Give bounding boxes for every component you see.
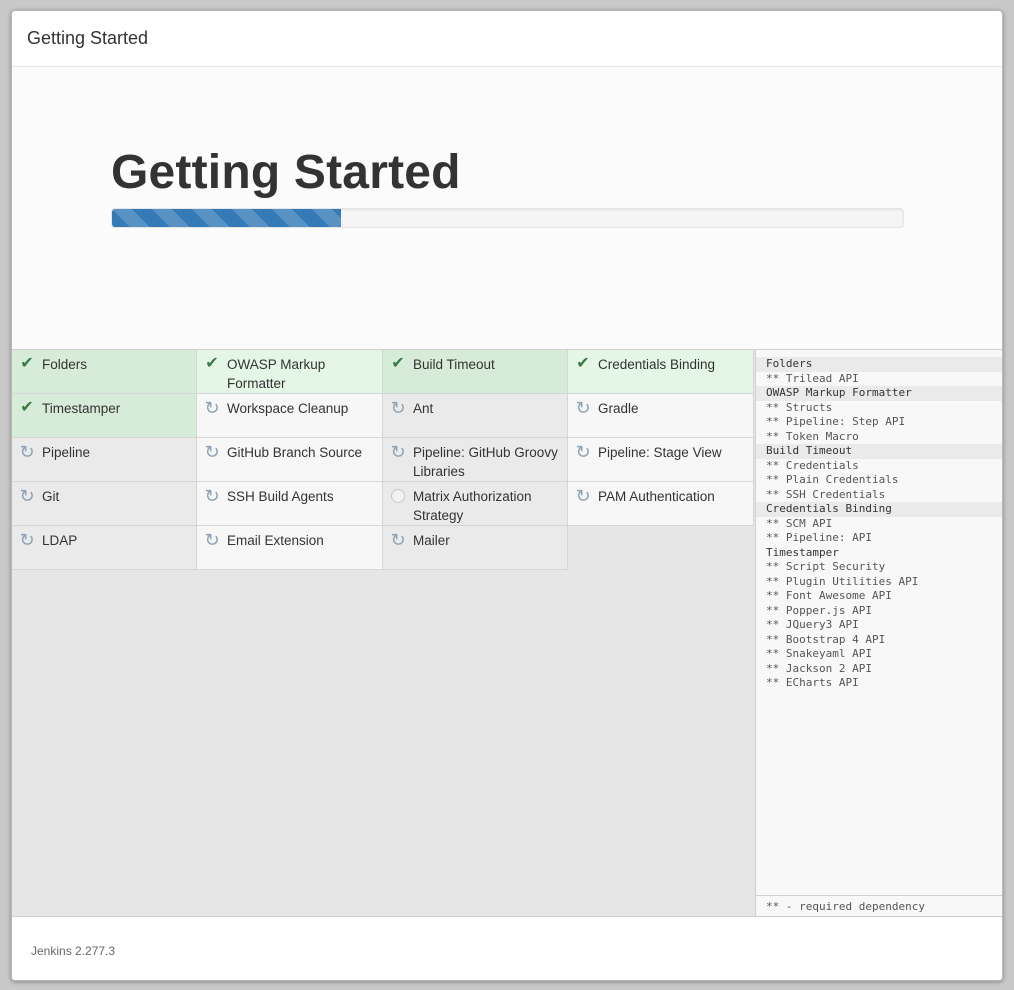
plugin-item: ↻ PAM Authentication: [568, 482, 754, 526]
plugin-item: ↻ GitHub Branch Source: [197, 438, 383, 482]
dependency-plugin: OWASP Markup Formatter: [756, 386, 1002, 401]
plugin-item: ↻ Pipeline: GitHub Groovy Libraries: [383, 438, 568, 482]
dependency-item: ** ECharts API: [766, 676, 859, 689]
dependency-list: Folders ** Trilead API OWASP Markup Format…: [756, 350, 1002, 691]
plugin-grid: ✔ Folders ✔ OWASP Markup Formatter ✔ Build Ti…: [12, 350, 755, 570]
refresh-icon: ↻: [204, 442, 220, 462]
refresh-icon: ↻: [390, 398, 406, 418]
check-icon: ✔: [391, 355, 405, 372]
plugin-item: ↻ Git: [12, 482, 197, 526]
plugin-label: Pipeline: GitHub Groovy Libraries: [413, 445, 558, 479]
plugin-label: Email Extension: [227, 533, 324, 548]
dependency-item: ** Bootstrap 4 API: [766, 632, 886, 646]
dependency-item: ** SSH Credentials: [766, 487, 886, 501]
dependency-legend: ** - required dependency: [756, 895, 1002, 916]
plugin-label: Gradle: [598, 401, 639, 416]
refresh-icon: ↻: [575, 442, 591, 462]
refresh-icon: ↻: [19, 530, 35, 550]
plugin-label: Git: [42, 489, 60, 504]
plugin-item: ✔ Timestamper: [12, 394, 197, 438]
plugin-item: ↻ Pipeline: Stage View: [568, 438, 754, 482]
install-progress-bar: [111, 208, 904, 228]
install-area: ✔ Folders ✔ OWASP Markup Formatter ✔ Build Ti…: [12, 350, 1002, 917]
dependency-plugin: Timestamper: [766, 545, 839, 559]
dependency-item: ** Pipeline: Step API: [766, 415, 906, 428]
dependency-item: ** Pipeline: API: [766, 531, 872, 544]
refresh-icon: ↻: [575, 486, 591, 506]
plugin-item: ✔ Credentials Binding: [568, 350, 754, 394]
dependency-item: ** Script Security: [766, 560, 886, 573]
check-icon: ✔: [205, 355, 219, 372]
refresh-icon: ↻: [19, 486, 35, 506]
dependency-log[interactable]: Folders ** Trilead API OWASP Markup Format…: [755, 350, 1002, 916]
refresh-icon: ↻: [575, 398, 591, 418]
dependency-plugin: Folders: [756, 357, 1002, 372]
plugin-label: Build Timeout: [413, 357, 495, 372]
dependency-item: ** Jackson 2 API: [766, 661, 872, 675]
plugin-label: Matrix Authorization Strategy: [413, 489, 532, 523]
jenkins-version: Jenkins 2.277.3: [31, 944, 116, 958]
window-title: Getting Started: [27, 28, 149, 48]
plugin-label: OWASP Markup Formatter: [227, 357, 326, 391]
refresh-icon: ↻: [19, 442, 35, 462]
dependency-item: ** Plain Credentials: [766, 473, 899, 486]
plugin-item: ↻ Pipeline: [12, 438, 197, 482]
refresh-icon: ↻: [204, 530, 220, 550]
footer: Jenkins 2.277.3: [12, 917, 1002, 980]
hero-section: Getting Started: [12, 67, 1002, 350]
plugin-label: Pipeline: [42, 445, 91, 460]
plugin-item: Matrix Authorization Strategy: [383, 482, 568, 526]
plugin-label: Credentials Binding: [598, 357, 716, 372]
check-icon: ✔: [576, 355, 590, 372]
dependency-item: ** Popper.js API: [766, 603, 872, 617]
plugin-label: GitHub Branch Source: [227, 445, 363, 460]
plugin-item: ✔ OWASP Markup Formatter: [197, 350, 383, 394]
dependency-item: ** Token Macro: [766, 429, 859, 443]
plugin-label: Workspace Cleanup: [227, 401, 349, 416]
pending-circle-icon: [391, 489, 405, 503]
dependency-item: ** Snakeyaml API: [766, 647, 872, 660]
refresh-icon: ↻: [390, 442, 406, 462]
plugin-label: SSH Build Agents: [227, 489, 334, 504]
page-title: Getting Started: [111, 146, 461, 199]
dependency-item: ** Trilead API: [766, 371, 859, 385]
window-header: Getting Started: [12, 11, 1002, 67]
dependency-plugin: Credentials Binding: [756, 502, 1002, 517]
plugin-item: ↻ Gradle: [568, 394, 754, 438]
dependency-plugin: Build Timeout: [756, 444, 1002, 459]
plugin-label: Pipeline: Stage View: [598, 445, 722, 460]
dependency-item: ** JQuery3 API: [766, 618, 859, 631]
plugin-item: ✔ Build Timeout: [383, 350, 568, 394]
plugin-item: ↻ Mailer: [383, 526, 568, 570]
plugin-label: Mailer: [413, 533, 450, 548]
dependency-item: ** Plugin Utilities API: [766, 574, 919, 588]
setup-wizard-window: Getting Started Getting Started ✔ Folders…: [11, 10, 1003, 981]
plugin-label: PAM Authentication: [598, 489, 715, 504]
refresh-icon: ↻: [204, 486, 220, 506]
plugin-label: Ant: [413, 401, 434, 416]
dependency-item: ** Font Awesome API: [766, 589, 892, 602]
plugin-item: ✔ Folders: [12, 350, 197, 394]
dependency-item: ** Credentials: [766, 458, 859, 472]
refresh-icon: ↻: [204, 398, 220, 418]
check-icon: ✔: [20, 399, 34, 416]
plugin-label: LDAP: [42, 533, 78, 548]
plugin-item: ↻ Ant: [383, 394, 568, 438]
plugin-item: ↻ SSH Build Agents: [197, 482, 383, 526]
plugin-item: ↻ Email Extension: [197, 526, 383, 570]
progress-fill: [112, 209, 342, 227]
plugin-label: Folders: [42, 357, 88, 372]
refresh-icon: ↻: [390, 530, 406, 550]
dependency-item: ** Structs: [766, 400, 833, 414]
plugin-label: Timestamper: [42, 401, 121, 416]
check-icon: ✔: [20, 355, 34, 372]
dependency-item: ** SCM API: [766, 516, 833, 530]
plugin-item: ↻ Workspace Cleanup: [197, 394, 383, 438]
plugin-item: ↻ LDAP: [12, 526, 197, 570]
